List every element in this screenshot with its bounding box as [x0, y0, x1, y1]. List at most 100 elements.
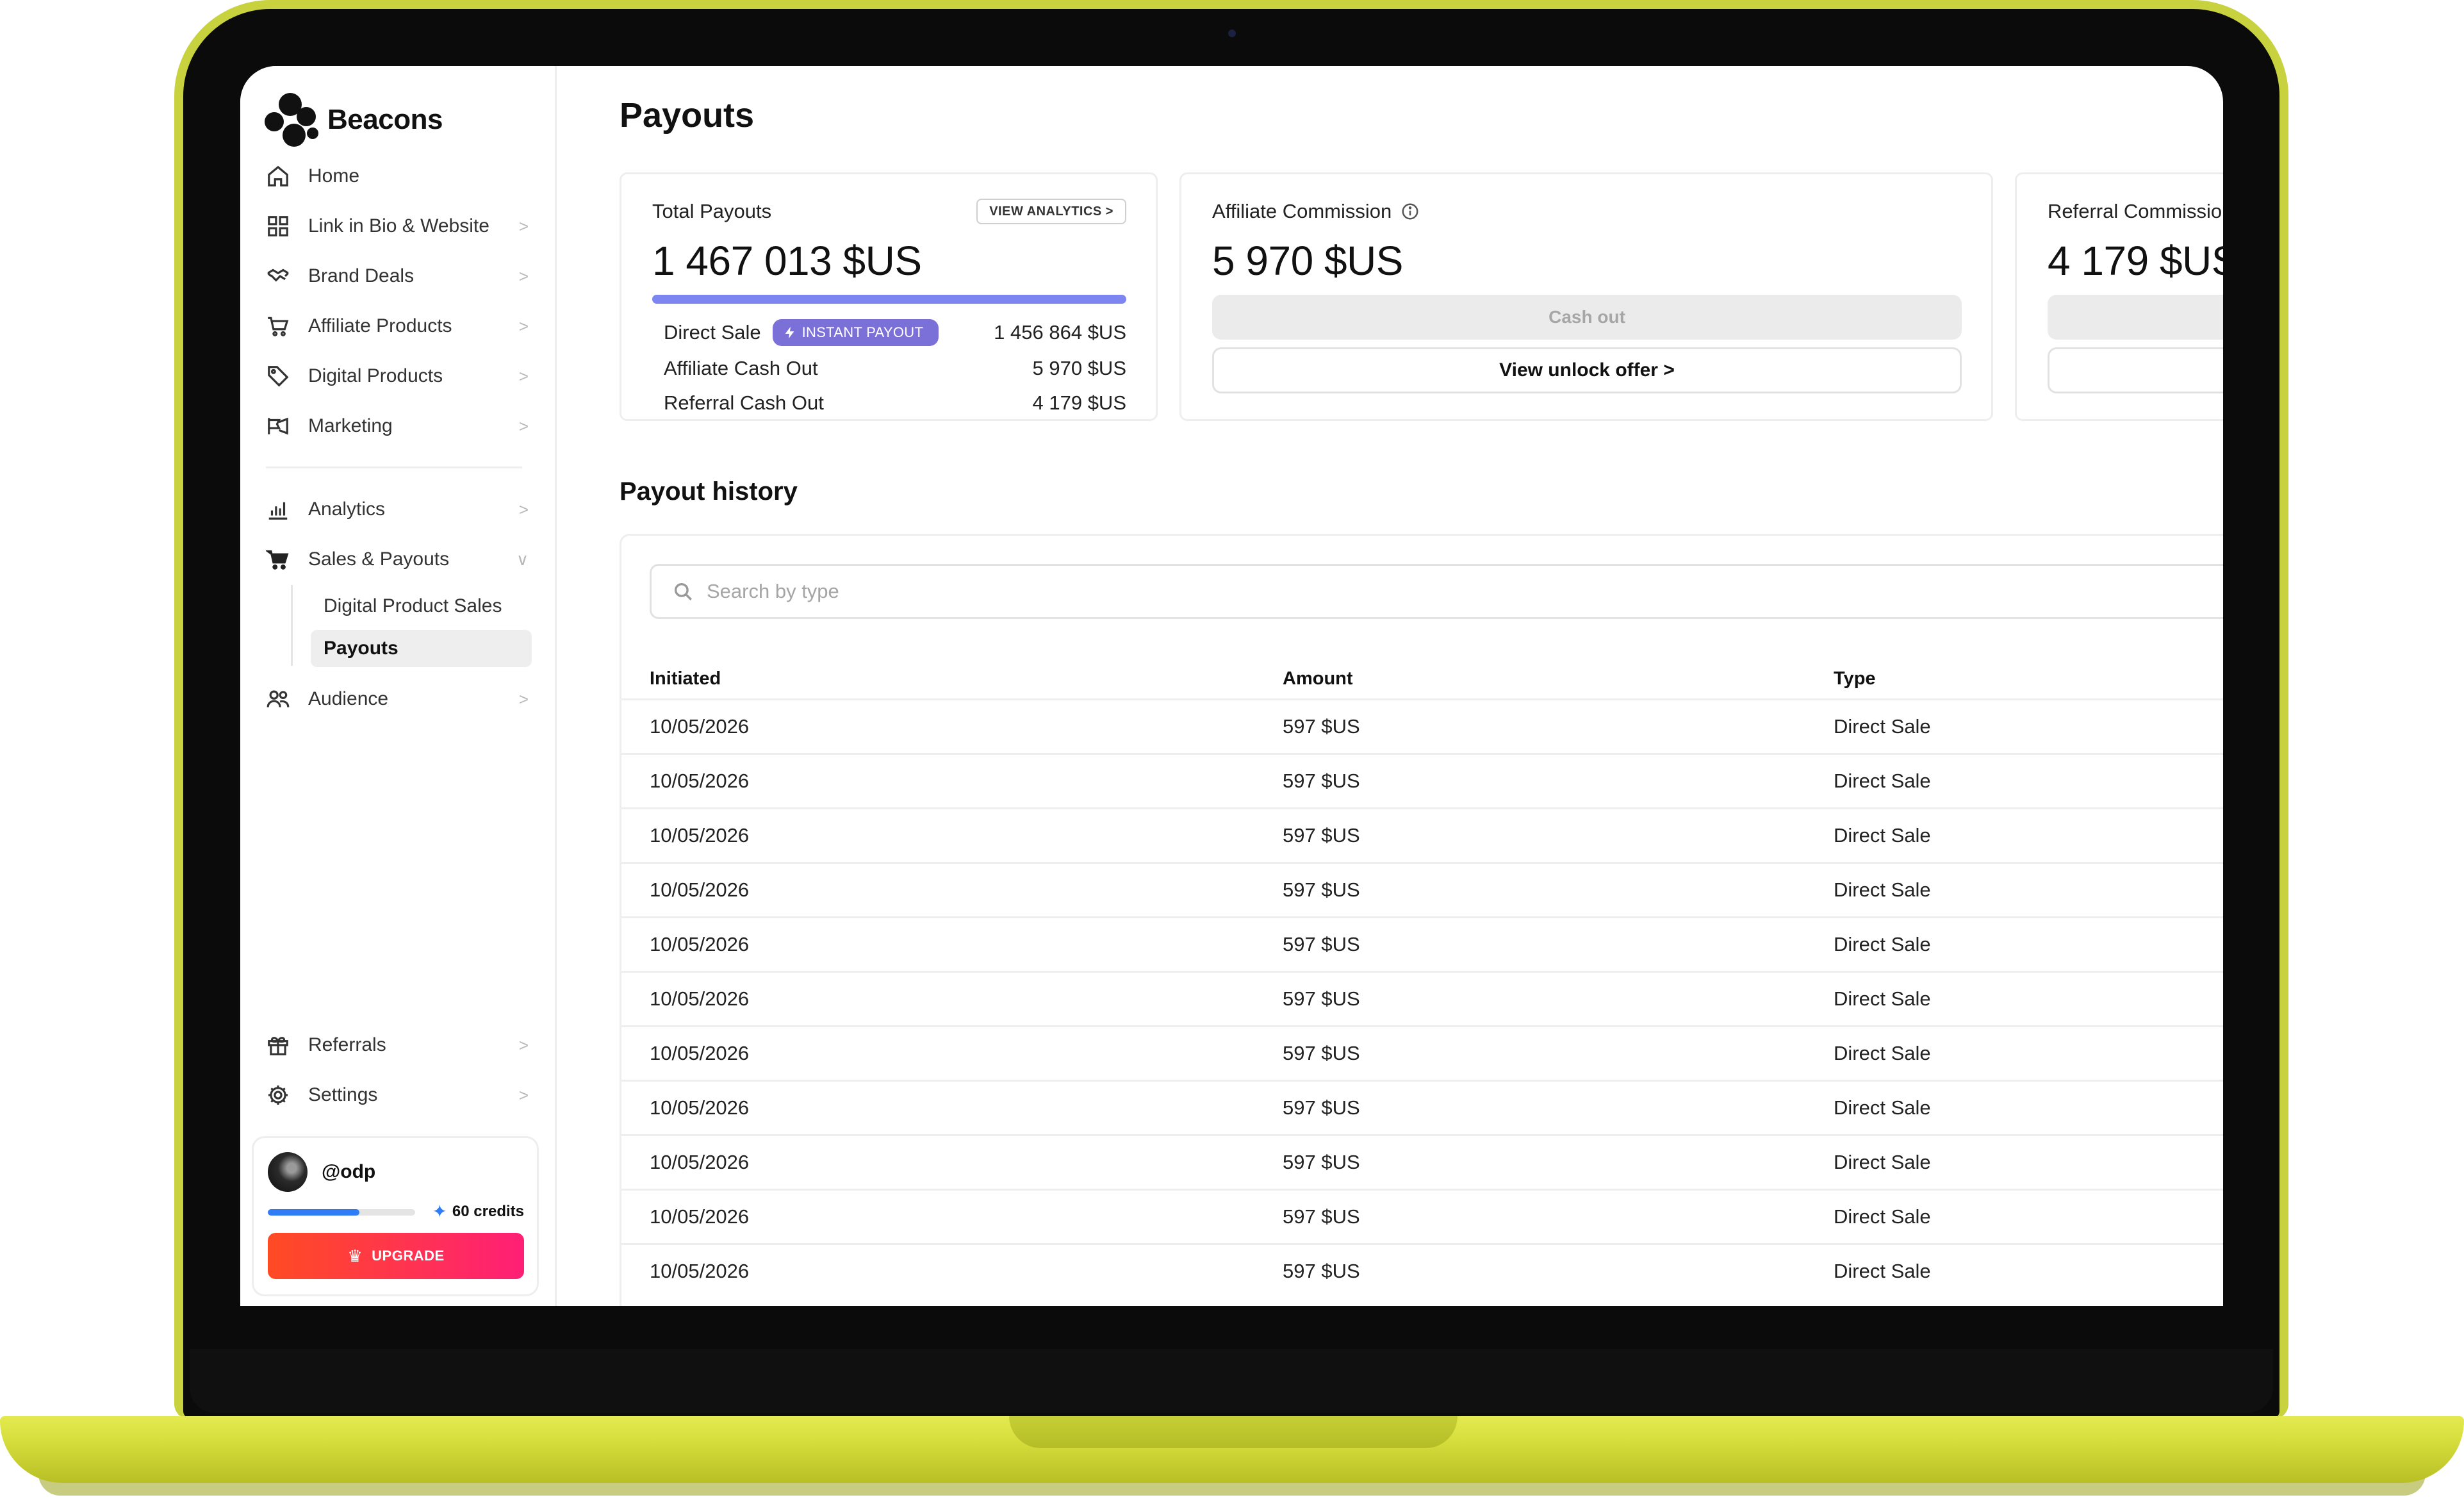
cell-initiated: 10/05/2026 [650, 770, 750, 792]
sidebar-item-link-in-bio[interactable]: Link in Bio & Website > [266, 207, 535, 245]
upgrade-label: UPGRADE [372, 1248, 445, 1264]
instant-payout-label: INSTANT PAYOUT [801, 324, 924, 340]
info-icon[interactable] [1400, 202, 1420, 221]
cell-initiated: 10/05/2026 [650, 1151, 750, 1173]
view-unlock-offer-button[interactable]: View unlock offer > [1212, 347, 1962, 393]
breakdown-row-affiliate-cash-out: Affiliate Cash Out 5 970 $US [664, 352, 1126, 384]
payout-history-table: Initiated Amount Type 10/05/2026 597 $US D… [620, 534, 2223, 1306]
table-row[interactable]: 10/05/2026 597 $US Direct Sale [621, 1189, 2223, 1243]
chevron-right-icon: > [518, 1085, 529, 1105]
upgrade-button[interactable]: ♛ UPGRADE [268, 1233, 524, 1279]
sidebar-item-brand-deals[interactable]: Brand Deals > [266, 257, 535, 295]
username[interactable]: @odp [322, 1161, 375, 1183]
cell-initiated: 10/05/2026 [650, 1260, 750, 1282]
sidebar-subitem-payouts[interactable]: Payouts [311, 630, 532, 667]
column-header-initiated[interactable]: Initiated [650, 659, 721, 698]
referral-commission-label: Referral Commission [2048, 200, 2223, 222]
lightning-icon [785, 326, 794, 339]
cell-amount: 597 $US [1283, 933, 1360, 955]
cell-type: Direct Sale [1834, 1096, 1931, 1119]
table-row[interactable]: 10/05/2026 597 $US Direct Sale [621, 862, 2223, 916]
cell-initiated: 10/05/2026 [650, 879, 750, 901]
search-icon [674, 582, 692, 600]
table-row[interactable]: 10/05/2026 597 $US Direct Sale [621, 1134, 2223, 1189]
cell-type: Direct Sale [1834, 1205, 1931, 1228]
home-icon [268, 165, 288, 186]
chevron-right-icon: > [518, 416, 529, 436]
table-row[interactable]: 10/05/2026 597 $US Direct Sale [621, 753, 2223, 807]
laptop-chin [190, 1349, 2273, 1413]
sidebar-item-settings[interactable]: Settings > [266, 1076, 535, 1114]
sidebar-item-label: Analytics [308, 499, 386, 520]
cell-type: Direct Sale [1834, 933, 1931, 955]
referral-unlock-button[interactable] [2048, 347, 2223, 393]
table-row[interactable]: 10/05/2026 597 $US Direct Sale [621, 1080, 2223, 1134]
credits-progress [268, 1209, 415, 1216]
affiliate-commission-card: Affiliate Commission 5 970 $US Cash out … [1179, 172, 1993, 421]
page-title: Payouts [620, 96, 755, 135]
breakdown-label: Direct Sale [664, 321, 761, 343]
sidebar-item-home[interactable]: Home [266, 157, 535, 195]
cell-initiated: 10/05/2026 [650, 824, 750, 846]
affiliate-commission-value: 5 970 $US [1212, 238, 1403, 284]
cell-type: Direct Sale [1834, 770, 1931, 792]
table-row[interactable]: 10/05/2026 597 $US Direct Sale [621, 916, 2223, 971]
table-row[interactable]: 10/05/2026 597 $US Direct Sale [621, 807, 2223, 862]
nav-divider [266, 466, 522, 468]
beacons-logo-icon [265, 93, 320, 147]
cell-amount: 597 $US [1283, 1096, 1360, 1119]
cell-amount: 597 $US [1283, 1042, 1360, 1064]
breakdown-row-direct-sale: Direct Sale INSTANT PAYOUT 1 456 864 $US [664, 317, 1126, 349]
breakdown-amount: 4 179 $US [1032, 392, 1127, 414]
cell-initiated: 10/05/2026 [650, 715, 750, 738]
logo[interactable]: Beacons [265, 93, 443, 147]
cell-amount: 597 $US [1283, 715, 1360, 738]
cell-amount: 597 $US [1283, 824, 1360, 846]
search-input[interactable] [707, 580, 1860, 603]
sidebar-item-digital-products[interactable]: Digital Products > [266, 357, 535, 395]
cash-out-button[interactable]: Cash out [1212, 295, 1962, 340]
laptop-notch [1009, 1416, 1458, 1448]
cell-amount: 597 $US [1283, 1205, 1360, 1228]
users-icon [267, 690, 290, 707]
breakdown-label: Affiliate Cash Out [664, 357, 818, 379]
cell-type: Direct Sale [1834, 1151, 1931, 1173]
view-analytics-button[interactable]: VIEW ANALYTICS > [976, 199, 1126, 224]
chevron-right-icon: > [518, 689, 529, 709]
breakdown-label: Referral Cash Out [664, 392, 824, 414]
camera [1228, 29, 1236, 37]
column-header-type[interactable]: Type [1834, 659, 1876, 698]
cart-filled-icon [266, 550, 289, 570]
sidebar-item-referrals[interactable]: Referrals > [266, 1026, 535, 1064]
sidebar-item-affiliate-products[interactable]: Affiliate Products > [266, 307, 535, 345]
user-card: @odp ✦ 60 credits ♛ UPGRADE [252, 1136, 539, 1296]
cell-type: Direct Sale [1834, 879, 1931, 901]
total-payouts-card: Total Payouts VIEW ANALYTICS > 1 467 013… [620, 172, 1158, 421]
table-row[interactable]: 10/05/2026 597 $US Direct Sale [621, 971, 2223, 1025]
column-header-amount[interactable]: Amount [1283, 659, 1353, 698]
search-field[interactable] [650, 564, 2223, 619]
table-row[interactable]: 10/05/2026 597 $US Direct Sale [621, 1025, 2223, 1080]
avatar[interactable] [268, 1152, 308, 1192]
crown-icon: ♛ [347, 1246, 363, 1266]
sidebar-item-marketing[interactable]: Marketing > [266, 407, 535, 445]
tag-icon [268, 366, 289, 387]
sidebar-item-sales-payouts[interactable]: Sales & Payouts ∨ [266, 540, 535, 579]
sidebar-item-label: Audience [308, 688, 389, 709]
sidebar-subitem-digital-product-sales[interactable]: Digital Product Sales [311, 588, 532, 625]
sidebar-item-analytics[interactable]: Analytics > [266, 490, 535, 529]
sidebar-item-audience[interactable]: Audience > [266, 680, 535, 718]
sidebar-item-label: Settings [308, 1084, 378, 1105]
sidebar-item-label: Referrals [308, 1034, 386, 1055]
table-row[interactable]: 10/05/2026 597 $US Direct Sale [621, 1243, 2223, 1298]
table-row[interactable]: 10/05/2026 597 $US Direct Sale [621, 698, 2223, 753]
affiliate-commission-label: Affiliate Commission [1212, 200, 1392, 222]
cart-icon [268, 317, 289, 336]
cell-type: Direct Sale [1834, 1260, 1931, 1282]
instant-payout-badge[interactable]: INSTANT PAYOUT [772, 319, 939, 346]
breakdown-amount: 1 456 864 $US [994, 321, 1126, 343]
credits-count: ✦ 60 credits [432, 1201, 524, 1222]
megaphone-icon [268, 417, 288, 435]
grid-icon [268, 216, 288, 236]
referral-cash-out-button[interactable] [2048, 295, 2223, 340]
